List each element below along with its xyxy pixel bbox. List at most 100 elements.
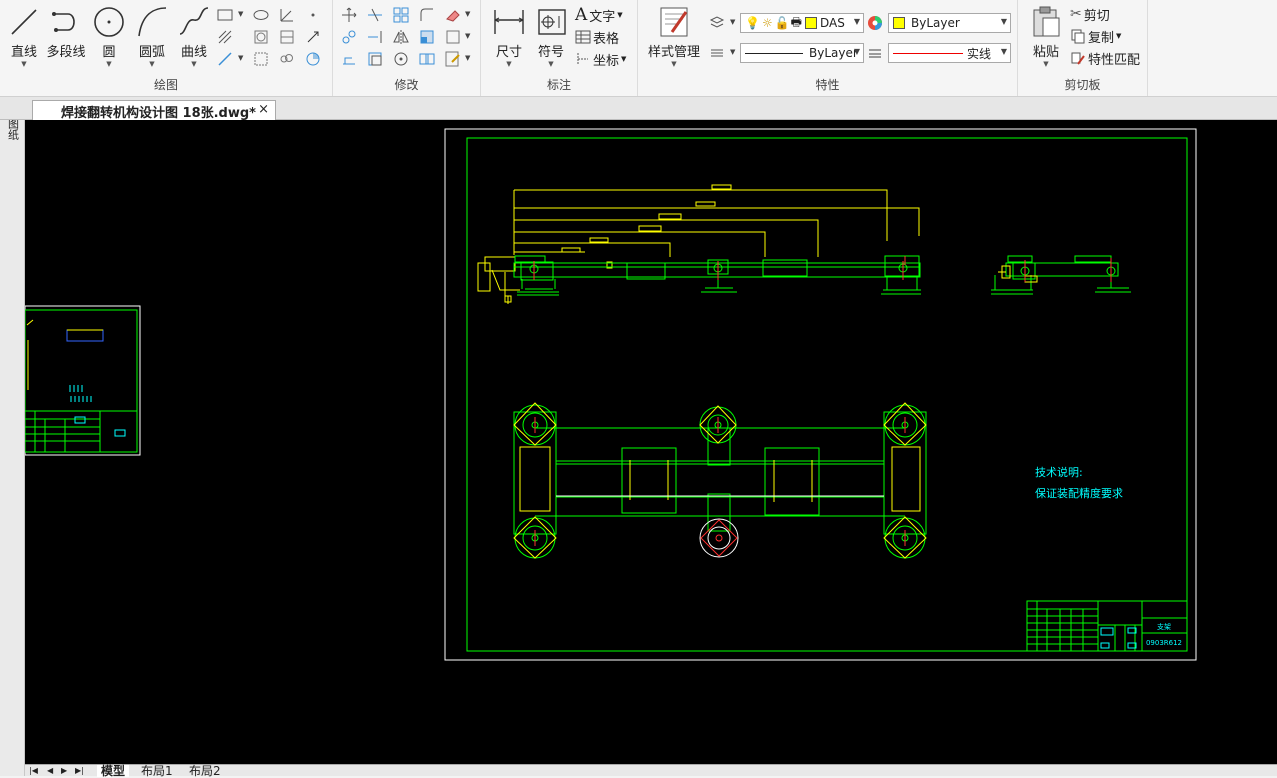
ray-tool[interactable] bbox=[216, 50, 234, 68]
chevron-down-icon[interactable]: ▼ bbox=[238, 54, 243, 62]
move-tool[interactable] bbox=[340, 6, 358, 24]
join-tool[interactable] bbox=[418, 50, 436, 68]
match-properties-button[interactable]: 特性匹配 bbox=[1070, 48, 1140, 68]
circle-label: 圆 bbox=[102, 45, 116, 60]
color-swatch bbox=[893, 17, 905, 29]
close-icon[interactable]: × bbox=[258, 102, 269, 117]
nav-prev-icon[interactable]: ◀ bbox=[47, 765, 53, 777]
trim-tool[interactable] bbox=[366, 6, 384, 24]
lineweight-list-tool[interactable] bbox=[708, 44, 726, 62]
chevron-down-icon[interactable]: ▼ bbox=[465, 54, 470, 62]
cut-button[interactable]: ✂ 剪切 bbox=[1070, 4, 1110, 24]
coord-button[interactable]: 坐标 ▼ bbox=[575, 49, 626, 69]
layout-tab-bar: |◀ ◀ ▶ ▶| 模型 布局1 布局2 bbox=[25, 764, 1277, 777]
lineweight-tool[interactable] bbox=[866, 44, 884, 62]
wipeout-tool[interactable] bbox=[252, 50, 270, 68]
copy-button[interactable]: 复制 ▼ bbox=[1070, 26, 1121, 46]
color-wheel-tool[interactable] bbox=[866, 14, 884, 32]
rotate-tool[interactable] bbox=[392, 50, 410, 68]
lineweight-value: 实线 bbox=[967, 46, 992, 61]
point-tool[interactable] bbox=[304, 6, 322, 24]
polyline-button[interactable]: 多段线 bbox=[44, 4, 88, 60]
edit-tool[interactable] bbox=[444, 50, 462, 68]
donut-tool[interactable] bbox=[304, 50, 322, 68]
style-manager-icon bbox=[660, 7, 688, 37]
table-icon bbox=[575, 30, 591, 44]
extend-icon bbox=[368, 31, 382, 43]
color-select[interactable]: ByLayer ▼ bbox=[888, 13, 1011, 33]
chevron-down-icon[interactable]: ▼ bbox=[465, 32, 470, 40]
main-sheet[interactable]: 技术说明: 保证装配精度要求 支架 0903R612 bbox=[444, 128, 1197, 661]
draw-panel-title: 绘图 bbox=[153, 78, 178, 92]
annotate-panel-title: 标注 bbox=[546, 78, 571, 92]
secondary-sheet[interactable] bbox=[25, 305, 141, 456]
stretch-tool[interactable] bbox=[340, 50, 358, 68]
chevron-down-icon[interactable]: ▼ bbox=[730, 48, 735, 56]
layer-state-tool[interactable] bbox=[708, 14, 726, 32]
tab-layout1[interactable]: 布局1 bbox=[141, 765, 173, 777]
copy-label: 复制 bbox=[1088, 30, 1115, 46]
offset-tool[interactable] bbox=[366, 50, 384, 68]
region-tool[interactable] bbox=[252, 28, 270, 46]
hatch-tool[interactable] bbox=[216, 28, 234, 46]
copy-icon bbox=[1071, 29, 1085, 44]
chevron-down-icon: ▼ bbox=[1000, 47, 1007, 56]
pick-tool[interactable] bbox=[304, 28, 322, 46]
chevron-down-icon: ▼ bbox=[1116, 32, 1122, 40]
color-wheel-icon bbox=[868, 16, 882, 30]
scissors-icon: ✂ bbox=[1070, 6, 1082, 22]
line-label: 直线 bbox=[10, 45, 37, 60]
layer-select[interactable]: 💡 ☼ 🔓 🖶 DAS ▼ bbox=[740, 13, 864, 33]
chevron-down-icon: ▼ bbox=[149, 60, 155, 68]
rectangle-tool[interactable] bbox=[216, 6, 234, 24]
nav-last-icon[interactable]: ▶| bbox=[75, 765, 84, 777]
file-tab[interactable]: 焊接翻转机构设计图 18张.dwg* × bbox=[32, 100, 276, 121]
explode-tool[interactable] bbox=[444, 28, 462, 46]
extend-tool[interactable] bbox=[366, 28, 384, 46]
revision-cloud-tool[interactable] bbox=[278, 50, 296, 68]
tab-model[interactable]: 模型 bbox=[97, 765, 130, 777]
chevron-down-icon: ▼ bbox=[1000, 17, 1007, 26]
boundary-tool[interactable] bbox=[278, 28, 296, 46]
nav-first-icon[interactable]: |◀ bbox=[29, 765, 38, 777]
dimension-button[interactable]: 尺寸 ▼ bbox=[487, 4, 531, 68]
construction-line-tool[interactable] bbox=[278, 6, 296, 24]
paste-button[interactable]: 粘贴 ▼ bbox=[1024, 4, 1068, 68]
spline-button[interactable]: 曲线 ▼ bbox=[172, 4, 216, 68]
circle-button[interactable]: 圆 ▼ bbox=[87, 4, 131, 68]
chevron-down-icon: ▼ bbox=[1043, 60, 1049, 68]
chevron-down-icon[interactable]: ▼ bbox=[238, 10, 243, 18]
chevron-down-icon: ▼ bbox=[548, 60, 554, 68]
rectangle-icon bbox=[217, 9, 233, 21]
mirror-tool[interactable] bbox=[392, 28, 410, 46]
style-manager-button[interactable]: 样式管理 ▼ bbox=[644, 4, 704, 68]
text-button[interactable]: A 文字 ▼ bbox=[575, 5, 623, 25]
fillet-tool[interactable] bbox=[418, 6, 436, 24]
region-icon bbox=[254, 30, 268, 44]
pick-arrow-icon bbox=[307, 31, 319, 43]
nav-next-icon[interactable]: ▶ bbox=[61, 765, 67, 777]
drawing-canvas[interactable]: 技术说明: 保证装配精度要求 支架 0903R612 bbox=[25, 120, 1277, 764]
cloud-icon bbox=[280, 54, 293, 63]
chevron-down-icon: ▼ bbox=[617, 11, 623, 19]
erase-tool[interactable] bbox=[444, 6, 462, 24]
lineweight-select[interactable]: 实线 ▼ bbox=[888, 43, 1011, 63]
tab-layout2[interactable]: 布局2 bbox=[189, 765, 221, 777]
scale-tool[interactable] bbox=[418, 28, 436, 46]
chevron-down-icon[interactable]: ▼ bbox=[465, 10, 470, 18]
table-label: 表格 bbox=[593, 31, 620, 47]
ellipse-tool[interactable] bbox=[252, 6, 270, 24]
bulb-icon: 💡 bbox=[745, 16, 760, 30]
linetype-select[interactable]: ByLayer ▼ bbox=[740, 43, 864, 63]
side-view bbox=[991, 255, 1131, 295]
array-tool[interactable] bbox=[392, 6, 410, 24]
symbol-button[interactable]: 符号 ▼ bbox=[529, 4, 573, 68]
table-button[interactable]: 表格 bbox=[575, 27, 619, 47]
join-icon bbox=[419, 53, 435, 65]
file-tab-title: 焊接翻转机构设计图 18张.dwg* bbox=[61, 106, 256, 121]
chevron-down-icon[interactable]: ▼ bbox=[730, 18, 735, 26]
arc-button[interactable]: 圆弧 ▼ bbox=[130, 4, 174, 68]
line-button[interactable]: 直线 ▼ bbox=[2, 4, 46, 68]
copy-tool[interactable] bbox=[340, 28, 358, 46]
drawing-sheets-sidebar: ⎗ 图纸 bbox=[0, 97, 25, 776]
